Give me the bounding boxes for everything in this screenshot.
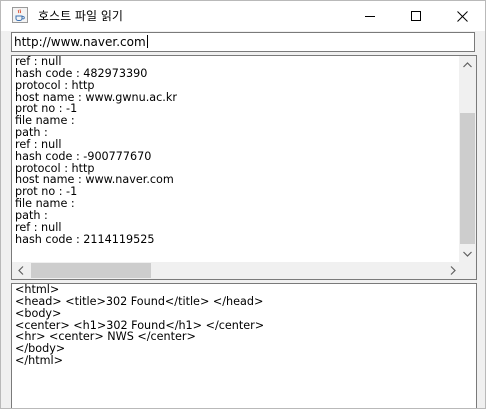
text-line: <body> bbox=[15, 306, 62, 320]
maximize-icon bbox=[411, 11, 421, 21]
scroll-down-button[interactable] bbox=[459, 245, 476, 262]
scroll-up-button[interactable] bbox=[459, 56, 476, 73]
text-line: hash code : -900777670 bbox=[15, 149, 152, 163]
text-line: ref : null bbox=[15, 220, 62, 234]
text-line: ref : null bbox=[15, 137, 62, 151]
app-window: 호스트 파일 읽기 http://www.naver.com ref : nul… bbox=[0, 0, 486, 409]
chevron-down-icon bbox=[463, 251, 472, 257]
title-bar[interactable]: 호스트 파일 읽기 bbox=[1, 1, 485, 31]
text-line: <head> <title>302 Found</title> </head> bbox=[15, 294, 264, 308]
chevron-left-icon bbox=[17, 266, 23, 275]
html-source-text: <html> <head> <title>302 Found</title> </… bbox=[15, 284, 264, 367]
html-source-textarea[interactable]: <html> <head> <title>302 Found</title> </… bbox=[11, 283, 477, 408]
minimize-icon bbox=[365, 16, 375, 17]
chevron-right-icon bbox=[450, 266, 456, 275]
maximize-button[interactable] bbox=[393, 1, 439, 31]
text-line: hash code : 482973390 bbox=[15, 66, 148, 80]
url-input-value: http://www.naver.com bbox=[14, 35, 146, 49]
java-cup-icon bbox=[12, 7, 28, 23]
vertical-scroll-thumb[interactable] bbox=[460, 113, 475, 244]
text-line: hash code : 2114119525 bbox=[15, 232, 155, 246]
window-title: 호스트 파일 읽기 bbox=[38, 9, 123, 23]
url-info-text: ref : null hash code : 482973390 protocol … bbox=[15, 56, 177, 246]
horizontal-scroll-thumb[interactable] bbox=[31, 263, 151, 278]
text-line: protocol : http bbox=[15, 78, 95, 92]
minimize-button[interactable] bbox=[347, 1, 393, 31]
scroll-left-button[interactable] bbox=[12, 262, 29, 279]
text-line: </html> bbox=[15, 354, 64, 368]
chevron-up-icon bbox=[463, 61, 472, 67]
vertical-scrollbar[interactable] bbox=[459, 56, 476, 262]
url-info-textarea[interactable]: ref : null hash code : 482973390 protocol … bbox=[11, 55, 477, 280]
horizontal-scrollbar[interactable] bbox=[12, 262, 461, 279]
close-button[interactable] bbox=[439, 1, 485, 31]
url-input[interactable]: http://www.naver.com bbox=[11, 32, 475, 52]
close-icon bbox=[456, 10, 468, 22]
scrollbar-corner bbox=[459, 262, 476, 279]
text-caret bbox=[146, 35, 148, 48]
